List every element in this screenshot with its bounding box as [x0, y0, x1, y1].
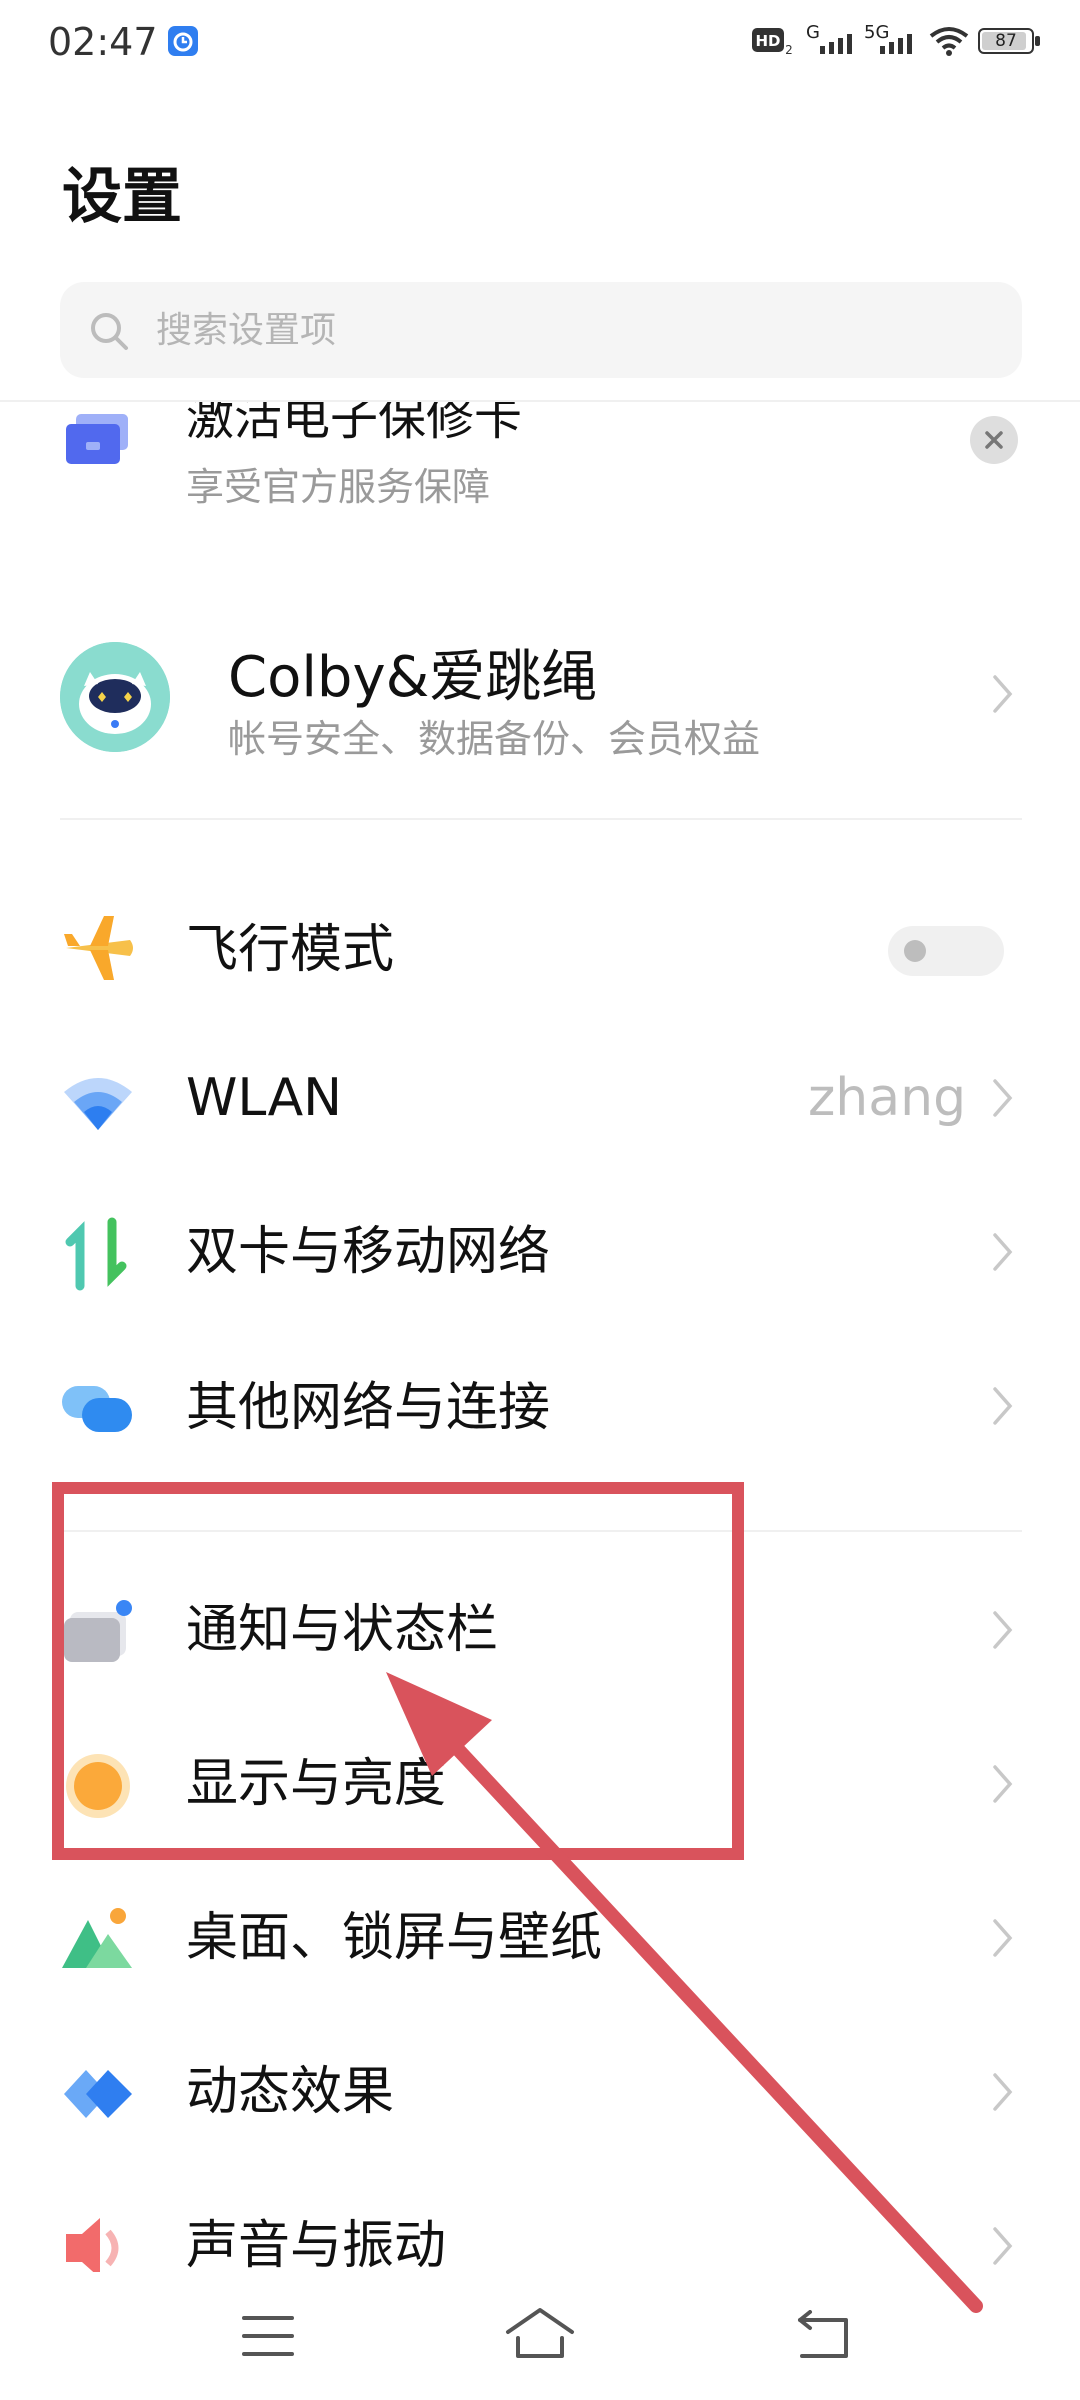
close-icon	[985, 431, 1003, 449]
chevron-right-icon	[993, 2227, 1013, 2265]
close-button[interactable]	[970, 416, 1018, 464]
svg-text:2: 2	[785, 43, 793, 56]
menu-icon[interactable]	[240, 2312, 296, 2360]
account-subtitle: 帐号安全、数据备份、会员权益	[228, 717, 761, 761]
mobile-data-icon	[65, 1217, 127, 1291]
wallpaper-label: 桌面、锁屏与壁纸	[186, 1908, 603, 1968]
svg-text:HD: HD	[755, 32, 780, 50]
account-name: Colby&爱跳绳	[228, 645, 598, 710]
hd-icon: HD 2	[752, 28, 793, 56]
chevron-right-icon	[993, 1765, 1013, 1803]
sound-icon	[66, 2218, 119, 2272]
chevron-right-icon	[993, 1919, 1013, 1957]
wlan-network-name: zhang	[808, 1068, 967, 1128]
chevron-right-icon	[993, 1611, 1013, 1649]
chevron-right-icon	[993, 1233, 1013, 1271]
robot-avatar-icon	[60, 642, 170, 752]
status-time: 02:47	[48, 20, 158, 64]
section-divider	[60, 818, 1022, 820]
chevron-right-icon	[993, 2073, 1013, 2111]
airplane-mode-label: 飞行模式	[186, 920, 395, 980]
wifi-icon-large	[64, 1078, 132, 1130]
airplane-icon	[64, 916, 133, 980]
battery-icon: 87	[978, 28, 1034, 54]
wlan-label: WLAN	[186, 1068, 343, 1128]
chevron-right-icon	[993, 1387, 1013, 1425]
other-network-label: 其他网络与连接	[186, 1378, 551, 1438]
sim-network-label: 双卡与移动网络	[186, 1222, 551, 1282]
page-title: 设置	[62, 162, 182, 232]
wifi-icon	[929, 27, 969, 56]
animation-icon	[64, 2070, 132, 2118]
navigation-bar	[0, 2272, 1080, 2400]
avatar	[60, 642, 170, 752]
sound-label: 声音与振动	[186, 2216, 447, 2272]
search-icon	[91, 313, 128, 350]
home-icon[interactable]	[504, 2306, 576, 2360]
search-placeholder: 搜索设置项	[156, 310, 337, 351]
animation-label: 动态效果	[186, 2062, 395, 2122]
battery-tip	[1035, 36, 1040, 46]
chevron-right-icon	[993, 675, 1013, 713]
settings-list[interactable]: 激活电子保修卡 享受官方服务保障 Colby&爱跳绳 帐号安全、数据备份、会员权	[0, 402, 1080, 2272]
warranty-subtitle: 享受官方服务保障	[186, 465, 491, 509]
signal-icon-2	[880, 34, 912, 54]
annotation-highlight-box	[52, 1482, 744, 1860]
warranty-title: 激活电子保修卡	[186, 402, 523, 446]
chevron-right-icon	[993, 1079, 1013, 1117]
warranty-card-icon	[66, 414, 128, 464]
alarm-icon	[168, 26, 198, 56]
connection-icon	[62, 1386, 132, 1432]
wallpaper-icon	[62, 1908, 132, 1968]
signal-icon	[820, 34, 852, 54]
airplane-mode-toggle[interactable]	[888, 926, 1004, 976]
back-icon[interactable]	[796, 2310, 852, 2360]
